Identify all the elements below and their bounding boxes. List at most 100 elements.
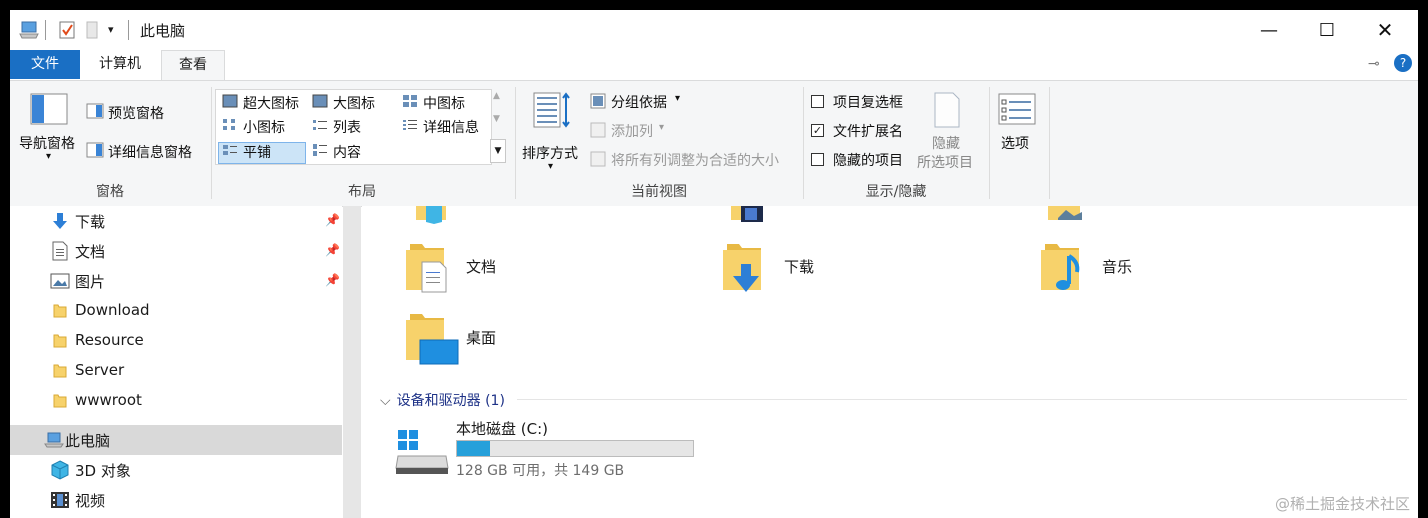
fit-columns-button: 将所有列调整为合适的大小 <box>611 153 779 169</box>
pin-icon[interactable]: 📌 <box>325 213 340 227</box>
drive-usage-fill <box>457 441 491 456</box>
tab-computer[interactable]: 计算机 <box>82 50 158 79</box>
file-extensions-checkbox[interactable]: ✓ <box>811 124 824 137</box>
ribbon-view: 导航窗格 ▾ 预览窗格 详细信息窗格 窗格 超大图标 大图标 中图标 小图标 列… <box>10 80 1418 207</box>
hide-selected-line2[interactable]: 所选项目 <box>917 152 973 172</box>
window-title: 此电脑 <box>140 22 186 40</box>
tab-file[interactable]: 文件 <box>10 50 80 79</box>
layout-small-icons[interactable]: 小图标 <box>243 117 285 137</box>
sort-by-icon[interactable] <box>532 91 572 129</box>
small-icons-icon <box>223 119 235 130</box>
folder-icon <box>53 334 67 348</box>
nav-item-videos[interactable]: 视频 <box>10 485 342 515</box>
close-icon[interactable]: ✕ <box>1356 10 1414 50</box>
layout-content[interactable]: 内容 <box>333 142 361 162</box>
nav-pane-button[interactable]: 导航窗格 <box>19 133 75 153</box>
gallery-scroll-up-icon[interactable]: ▲ <box>493 91 500 101</box>
music-folder-icon[interactable] <box>1035 240 1089 298</box>
hidden-items-checkbox[interactable] <box>811 153 824 166</box>
folder-tile-label[interactable]: 文档 <box>466 256 496 277</box>
minimize-icon[interactable]: — <box>1240 10 1298 50</box>
maximize-icon[interactable]: ☐ <box>1298 10 1356 50</box>
tab-view[interactable]: 查看 <box>161 50 225 81</box>
chevron-down-icon[interactable]: ▾ <box>46 151 51 162</box>
nav-item-label: 视频 <box>75 492 106 510</box>
options-icon[interactable] <box>998 93 1036 125</box>
customize-qa-chevron-icon[interactable]: ▾ <box>108 23 114 43</box>
windows-drive-icon[interactable] <box>394 428 450 476</box>
nav-item-this-pc[interactable]: 此电脑 <box>10 425 342 455</box>
hidden-items-label[interactable]: 隐藏的项目 <box>833 150 903 170</box>
folder-tile-label[interactable]: 下载 <box>784 256 814 277</box>
chevron-down-icon[interactable]: ▾ <box>675 93 680 104</box>
nav-scrollbar[interactable] <box>343 206 361 518</box>
ribbon-tabs: 文件 计算机 查看 ⊸ ? <box>10 50 1418 81</box>
nav-item-server[interactable]: Server <box>10 356 342 386</box>
documents-folder-icon[interactable] <box>400 240 454 294</box>
pin-icon[interactable]: 📌 <box>325 243 340 257</box>
desktop-folder-icon[interactable] <box>400 310 460 368</box>
item-checkboxes-label[interactable]: 项目复选框 <box>833 92 903 112</box>
nav-item-label: Download <box>75 301 150 319</box>
computer-icon[interactable] <box>18 20 40 40</box>
new-folder-icon[interactable] <box>84 20 100 40</box>
picture-icon <box>50 273 70 289</box>
gallery-scroll-down-icon[interactable]: ▼ <box>493 114 500 124</box>
folder-icon <box>53 394 67 408</box>
nav-item-downloads[interactable]: 下载 📌 <box>10 206 342 236</box>
nav-item-wwwroot[interactable]: wwwroot <box>10 386 342 416</box>
group-divider <box>989 87 990 199</box>
nav-item-label: 图片 <box>75 273 106 291</box>
pin-ribbon-icon[interactable]: ⊸ <box>1368 56 1380 72</box>
layout-large-icons[interactable]: 大图标 <box>333 93 375 113</box>
group-label-panes: 窗格 <box>96 184 124 200</box>
videos-folder-icon[interactable] <box>729 206 765 224</box>
folder-tile-label[interactable]: 音乐 <box>1102 256 1132 277</box>
video-icon <box>51 492 69 508</box>
layout-tiles[interactable]: 平铺 <box>243 142 271 162</box>
downloads-folder-icon[interactable] <box>717 240 771 298</box>
chevron-down-icon[interactable]: ▾ <box>548 161 553 172</box>
hide-selected-icon[interactable] <box>931 91 963 129</box>
details-icon <box>403 120 417 130</box>
group-by-button[interactable]: 分组依据 <box>611 92 667 112</box>
navigation-pane-icon[interactable] <box>30 93 68 125</box>
properties-icon[interactable] <box>58 20 76 40</box>
help-icon[interactable]: ? <box>1394 54 1412 72</box>
nav-item-label: 3D 对象 <box>75 462 131 480</box>
folder-icon <box>53 304 67 318</box>
pin-icon[interactable]: 📌 <box>325 273 340 287</box>
layout-extra-large-icons[interactable]: 超大图标 <box>243 93 299 113</box>
drive-label[interactable]: 本地磁盘 (C:) <box>456 418 548 439</box>
nav-item-pictures[interactable]: 图片 📌 <box>10 266 342 296</box>
preview-pane-icon[interactable] <box>86 103 104 119</box>
layout-medium-icons[interactable]: 中图标 <box>423 93 465 113</box>
group-by-icon[interactable] <box>590 93 606 109</box>
nav-item-3d-objects[interactable]: 3D 对象 <box>10 455 342 485</box>
layout-details[interactable]: 详细信息 <box>423 117 479 137</box>
nav-item-documents[interactable]: 文档 📌 <box>10 236 342 266</box>
gallery-more-icon[interactable]: ▼ <box>490 139 506 163</box>
chevron-down-icon: ▾ <box>659 122 665 133</box>
layout-list[interactable]: 列表 <box>333 117 361 137</box>
details-pane-icon[interactable] <box>86 142 104 158</box>
pictures-folder-icon[interactable] <box>1046 206 1084 224</box>
devices-section-header[interactable]: ⌵ 设备和驱动器 (1) <box>380 390 505 410</box>
item-checkboxes-checkbox[interactable] <box>811 95 824 108</box>
document-icon <box>52 241 68 261</box>
fit-columns-icon <box>590 151 606 167</box>
section-divider <box>517 399 1407 400</box>
nav-item-download-folder[interactable]: Download <box>10 296 342 326</box>
chevron-down-icon[interactable]: ⌵ <box>380 393 391 409</box>
hide-selected-line1[interactable]: 隐藏 <box>932 133 960 153</box>
options-button[interactable]: 选项 <box>1001 133 1029 153</box>
nav-item-resource[interactable]: Resource <box>10 326 342 356</box>
devices-section-title: 设备和驱动器 (1) <box>396 393 505 409</box>
file-extensions-label[interactable]: 文件扩展名 <box>833 121 903 141</box>
folder-tile-label[interactable]: 桌面 <box>466 327 496 348</box>
details-pane-button[interactable]: 详细信息窗格 <box>108 142 192 162</box>
preview-pane-button[interactable]: 预览窗格 <box>108 103 164 123</box>
3d-objects-folder-icon[interactable] <box>412 206 448 224</box>
nav-item-label: Server <box>75 361 125 379</box>
sort-by-button[interactable]: 排序方式 <box>522 143 578 163</box>
